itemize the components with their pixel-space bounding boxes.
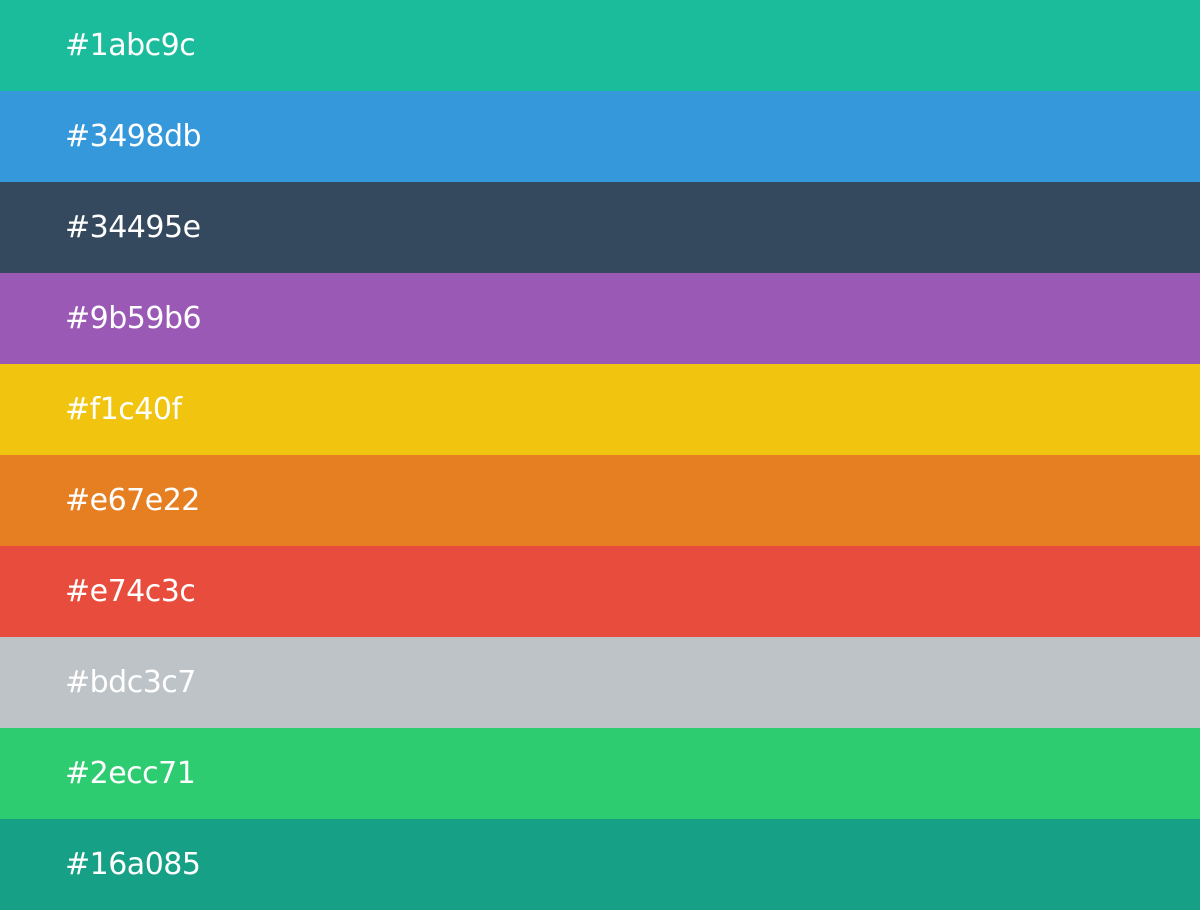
- color-swatch-f1c40f: #f1c40f: [0, 364, 1200, 455]
- color-swatch-label: #34495e: [65, 209, 201, 245]
- color-swatch-label: #e67e22: [65, 482, 200, 518]
- color-swatch-1abc9c: #1abc9c: [0, 0, 1200, 91]
- color-swatch-2ecc71: #2ecc71: [0, 728, 1200, 819]
- color-swatch-label: #16a085: [65, 846, 201, 882]
- color-swatch-label: #1abc9c: [65, 27, 196, 63]
- color-swatch-e67e22: #e67e22: [0, 455, 1200, 546]
- color-swatch-bdc3c7: #bdc3c7: [0, 637, 1200, 728]
- color-swatch-label: #f1c40f: [65, 391, 182, 427]
- color-swatch-e74c3c: #e74c3c: [0, 546, 1200, 637]
- color-swatch-label: #3498db: [65, 118, 202, 154]
- color-swatch-34495e: #34495e: [0, 182, 1200, 273]
- color-swatch-label: #2ecc71: [65, 755, 196, 791]
- color-swatch-3498db: #3498db: [0, 91, 1200, 182]
- color-palette: #1abc9c #3498db #34495e #9b59b6 #f1c40f …: [0, 0, 1200, 910]
- color-swatch-9b59b6: #9b59b6: [0, 273, 1200, 364]
- color-swatch-label: #e74c3c: [65, 573, 196, 609]
- color-swatch-16a085: #16a085: [0, 819, 1200, 910]
- color-swatch-label: #9b59b6: [65, 300, 202, 336]
- color-swatch-label: #bdc3c7: [65, 664, 196, 700]
